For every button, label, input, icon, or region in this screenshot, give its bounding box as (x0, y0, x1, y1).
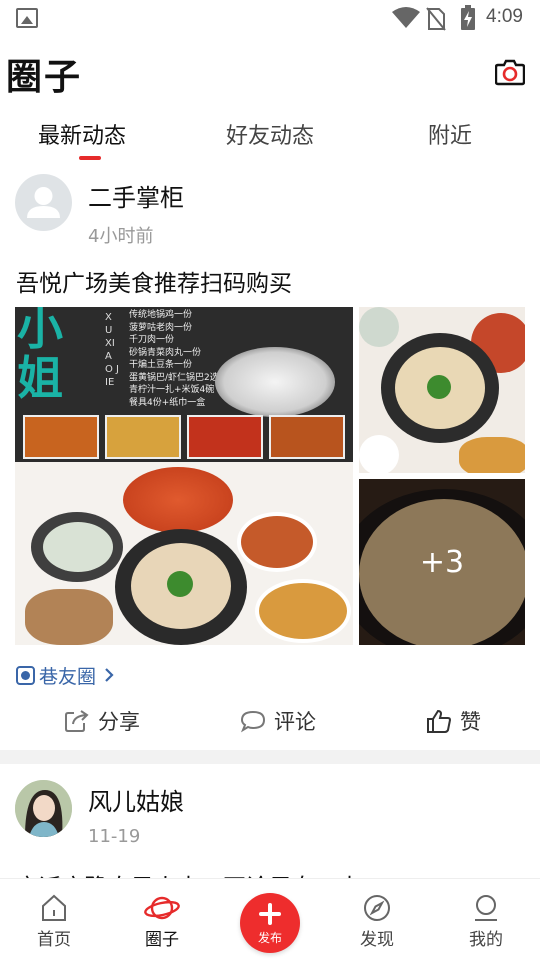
dish-greens (167, 571, 193, 597)
thumbs-up-icon (427, 709, 452, 733)
more-images-overlay[interactable]: +3 (359, 479, 525, 645)
camera-icon[interactable] (495, 58, 525, 86)
menu-pinyin: XU XIAO JIE (105, 312, 119, 388)
nav-mine-label: 我的 (469, 930, 503, 950)
nav-home[interactable]: 首页 (19, 893, 89, 950)
publish-label: 发布 (257, 931, 282, 945)
image-notification-icon (16, 8, 38, 28)
feed-tabs: 最新动态 好友动态 附近 (0, 112, 540, 162)
dish-pork (237, 512, 317, 572)
bottom-nav: 首页 圈子 发布 发现 我的 (0, 878, 540, 960)
no-sim-icon (426, 7, 446, 31)
dish-eggs (25, 589, 113, 645)
tab-latest[interactable]: 最新动态 (38, 118, 126, 150)
nav-discover-label: 发现 (360, 930, 394, 950)
post-image-2[interactable] (359, 307, 525, 473)
compass-icon (364, 895, 390, 921)
app-header: 圈子 (0, 36, 540, 112)
share-icon (65, 710, 89, 732)
default-user-icon (27, 187, 60, 218)
post-image-3[interactable]: +3 (359, 479, 525, 645)
dish-thumbnails (23, 415, 345, 459)
dish-red (123, 467, 233, 533)
wifi-icon (392, 7, 420, 28)
post-text[interactable]: 吾悦广场美食推荐扫码购买 (16, 264, 292, 298)
menu-title-chars: 小姐 (17, 307, 63, 405)
chevron-right-icon (105, 668, 114, 682)
user-icon (475, 895, 497, 921)
dish-soup (43, 522, 113, 572)
share-button[interactable]: 分享 (64, 706, 140, 736)
nav-mine[interactable]: 我的 (451, 893, 521, 950)
post-time: 4小时前 (88, 226, 154, 247)
like-label: 赞 (460, 710, 481, 734)
status-bar: 4:09 (0, 0, 540, 36)
circle-tag-icon (16, 665, 35, 685)
tab-friends[interactable]: 好友动态 (226, 118, 314, 150)
nav-home-label: 首页 (37, 930, 71, 950)
avatar[interactable] (15, 780, 72, 837)
nav-circle-label: 圈子 (145, 930, 179, 950)
share-label: 分享 (98, 710, 140, 734)
post-actions: 分享 评论 赞 (0, 700, 540, 744)
flour-pile (215, 347, 335, 417)
like-button[interactable]: 赞 (426, 706, 481, 736)
page-title: 圈子 (6, 57, 83, 98)
battery-icon (461, 5, 475, 30)
comment-label: 评论 (274, 710, 316, 734)
author-name[interactable]: 二手掌柜 (88, 178, 184, 213)
comment-button[interactable]: 评论 (240, 706, 316, 736)
active-tab-indicator (79, 156, 101, 160)
circle-tag[interactable]: 巷友圈 (16, 662, 116, 688)
comment-icon (240, 710, 266, 733)
clock: 4:09 (486, 6, 523, 27)
user-photo (15, 780, 72, 837)
post-image-main[interactable]: 小姐 XU XIAO JIE 传统地锅鸡一份 菠萝咕老肉一份 千刀肉一份 砂锅青… (15, 307, 353, 645)
home-icon (42, 894, 66, 921)
tab-nearby[interactable]: 附近 (428, 118, 472, 150)
post-time: 11-19 (88, 826, 141, 847)
circle-tag-label: 巷友圈 (39, 665, 97, 688)
nav-discover[interactable]: 发现 (342, 893, 412, 950)
planet-icon (144, 896, 180, 920)
author-name[interactable]: 风儿姑娘 (88, 782, 184, 817)
publish-button[interactable]: 发布 (240, 893, 300, 953)
avatar[interactable] (15, 174, 72, 231)
nav-circle[interactable]: 圈子 (127, 893, 197, 950)
dish-fries (255, 579, 351, 643)
post-text[interactable]: 完迁宿豫自己人士，不论男女一大 (16, 868, 361, 878)
post-divider (0, 750, 540, 764)
menu-list: 传统地锅鸡一份 菠萝咕老肉一份 千刀肉一份 砂锅青菜肉丸一份 干煸土豆条一份 蛋… (129, 310, 225, 408)
feed-post: 二手掌柜 4小时前 吾悦广场美食推荐扫码购买 小姐 XU XIAO JIE 传统… (0, 162, 540, 750)
feed-post: 风儿姑娘 11-19 完迁宿豫自己人士，不论男女一大 (0, 764, 540, 878)
